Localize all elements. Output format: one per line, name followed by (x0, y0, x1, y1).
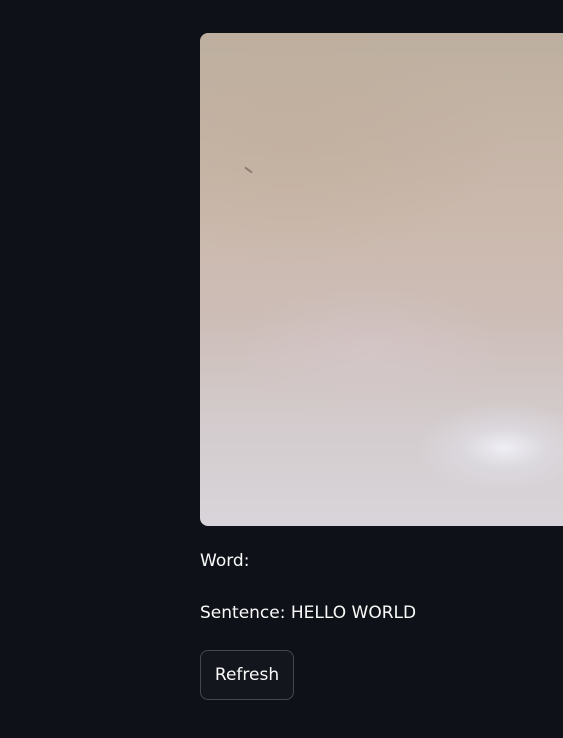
frame-speck (244, 166, 253, 174)
refresh-button[interactable]: Refresh (200, 650, 294, 700)
sentence-value: HELLO WORLD (290, 603, 417, 623)
webcam-video-frame (200, 33, 563, 526)
word-output: Word: (200, 550, 249, 572)
app-main: Word: Sentence: HELLO WORLD Refresh (0, 0, 563, 738)
word-label: Word: (200, 551, 250, 571)
sentence-label: Sentence: (200, 603, 286, 623)
sentence-output: Sentence: HELLO WORLD (200, 602, 416, 624)
